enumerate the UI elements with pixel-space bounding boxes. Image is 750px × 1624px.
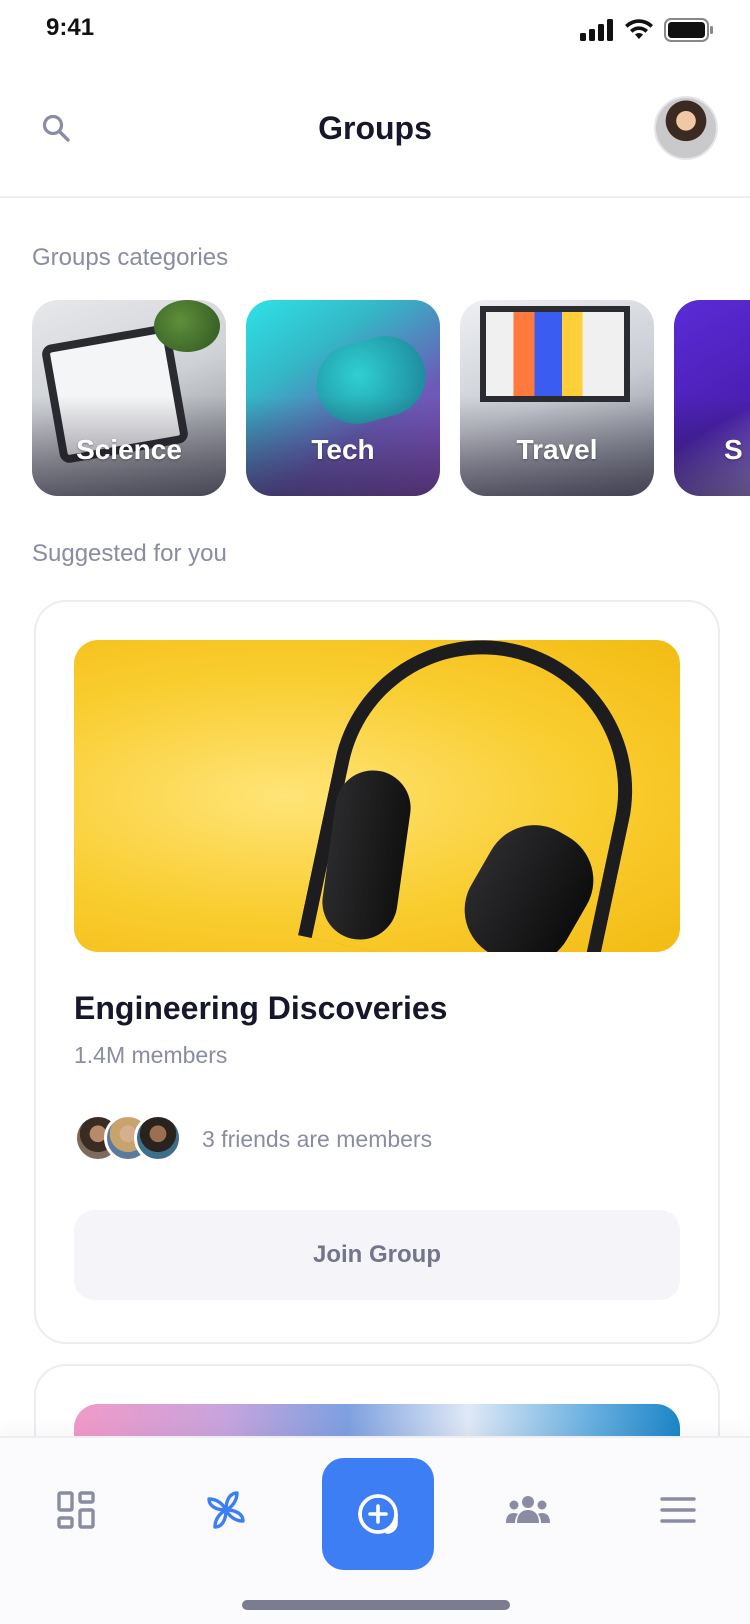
people-icon[interactable] <box>496 1478 560 1542</box>
status-time: 9:41 <box>46 14 95 41</box>
hamburger-menu-icon[interactable] <box>646 1478 710 1542</box>
page-title: Groups <box>318 110 432 146</box>
categories-carousel[interactable]: Science Tech Travel S <box>32 300 750 496</box>
category-label: Tech <box>311 434 375 465</box>
category-label: Science <box>76 434 182 465</box>
dashboard-icon[interactable] <box>44 1478 108 1542</box>
group-title: Engineering Discoveries <box>74 990 448 1026</box>
wifi-icon <box>625 19 653 39</box>
category-tech[interactable]: Tech <box>246 300 440 496</box>
plus-circle-icon[interactable] <box>322 1458 434 1570</box>
friends-members-text: 3 friends are members <box>202 1126 433 1152</box>
category-label: Travel <box>516 434 598 465</box>
signal-icon <box>580 19 613 41</box>
category-travel[interactable]: Travel <box>460 300 654 496</box>
avatar[interactable] <box>654 96 718 160</box>
header: Groups <box>0 80 750 198</box>
status-icons <box>580 18 714 42</box>
category-image-detail <box>154 300 220 352</box>
category-science[interactable]: Science <box>32 300 226 496</box>
category-label: S <box>724 434 743 465</box>
bottom-nav <box>0 1436 750 1624</box>
pinwheel-icon[interactable] <box>194 1478 258 1542</box>
group-cover-image <box>74 640 680 952</box>
home-indicator <box>242 1600 510 1610</box>
friends-avatars <box>74 1114 184 1162</box>
friend-avatar <box>134 1114 182 1162</box>
group-member-count: 1.4M members <box>74 1042 228 1068</box>
category-fourth[interactable]: S <box>674 300 750 496</box>
group-card[interactable]: Engineering Discoveries 1.4M members 3 f… <box>34 600 720 1344</box>
categories-label: Groups categories <box>32 244 229 271</box>
status-bar: 9:41 <box>0 0 750 60</box>
suggested-label: Suggested for you <box>32 540 227 567</box>
join-group-button[interactable]: Join Group <box>74 1210 680 1300</box>
battery-icon <box>664 18 713 42</box>
category-image <box>480 306 630 402</box>
